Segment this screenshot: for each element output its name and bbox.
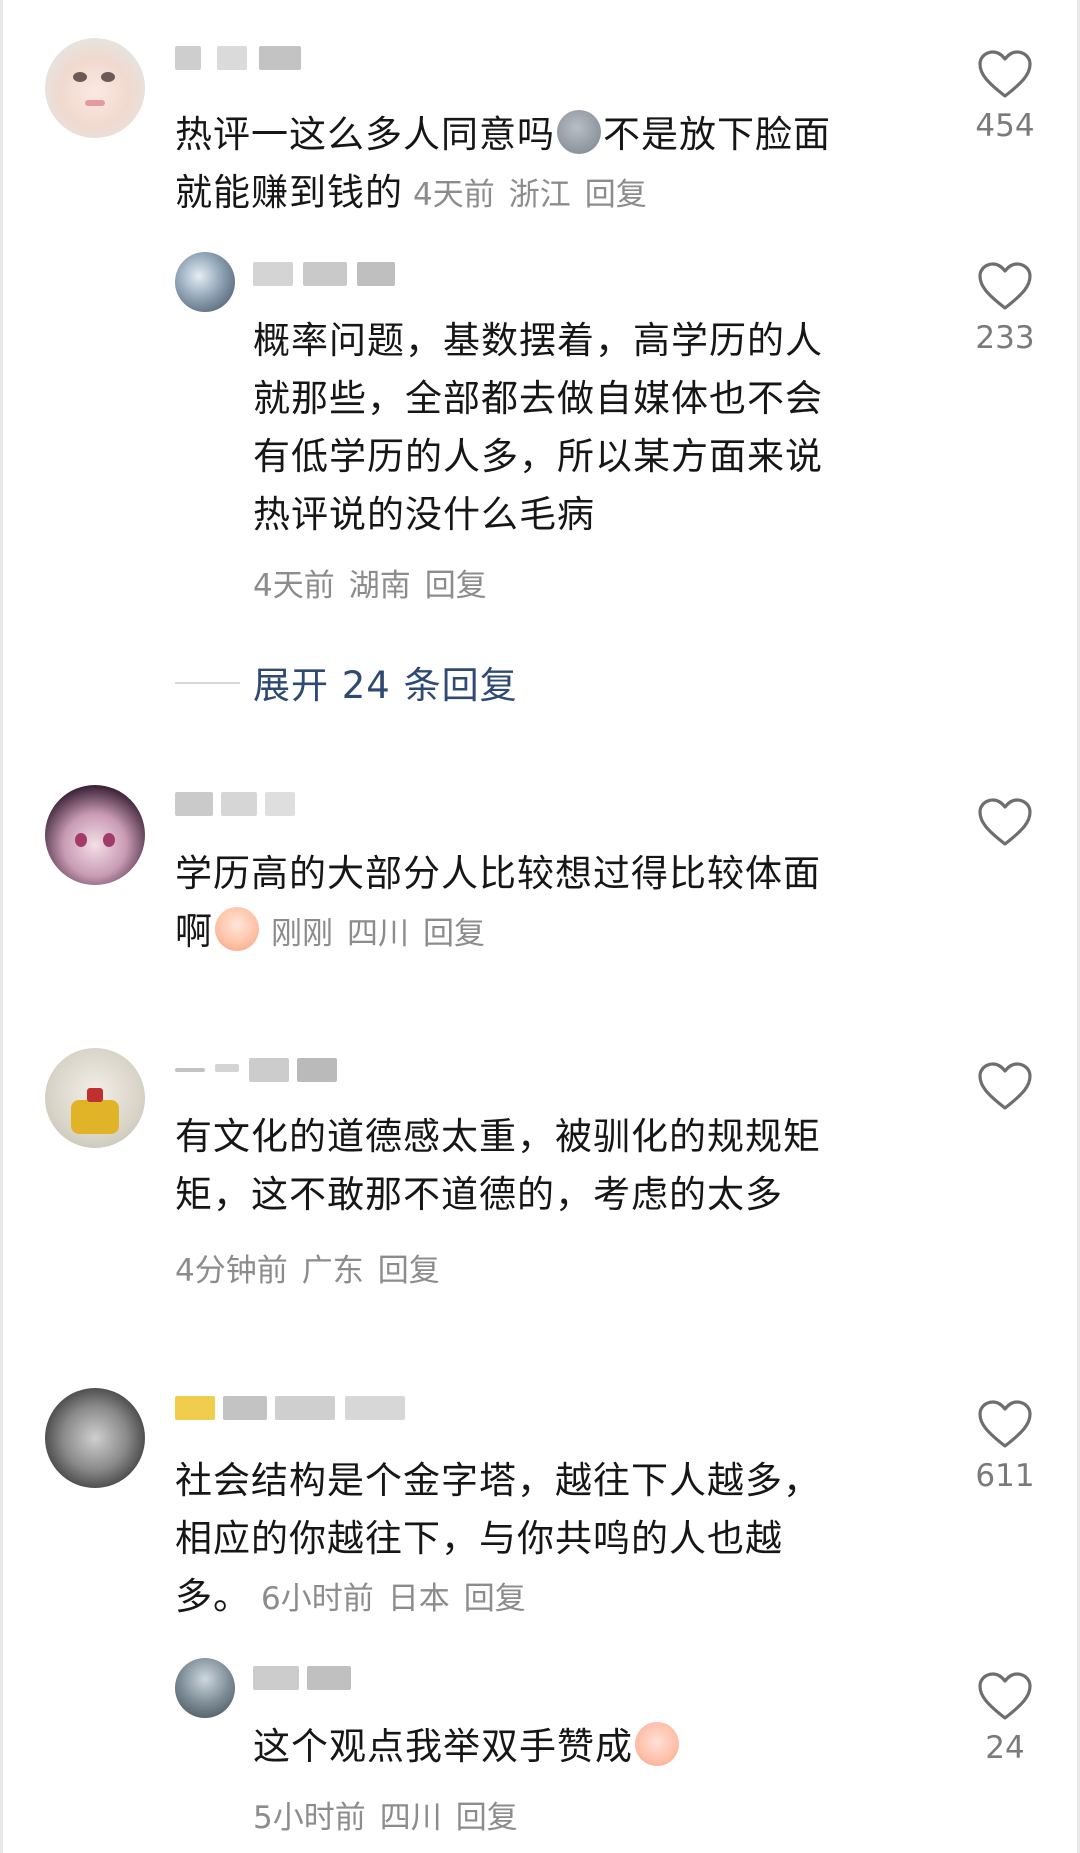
like-count: 611 xyxy=(975,1458,1035,1494)
heart-icon xyxy=(978,1672,1032,1720)
reply-button[interactable]: 回复 xyxy=(423,916,485,952)
reply-username-blurred[interactable] xyxy=(253,258,423,292)
comment-time: 刚刚 xyxy=(271,916,333,952)
comment-meta: 6小时前 日本 回复 xyxy=(261,1581,540,1617)
expand-divider xyxy=(175,682,240,684)
reply-text: 这个观点我举双手赞成 xyxy=(253,1718,933,1776)
username-blurred[interactable] xyxy=(175,788,305,822)
comment-location: 四川 xyxy=(347,916,409,952)
comment-text-part: 啊 xyxy=(175,910,213,953)
comment-meta: 4天前 浙江 回复 xyxy=(413,177,661,213)
reply-username-blurred[interactable] xyxy=(253,1662,363,1696)
comment-time: 6小时前 xyxy=(261,1581,374,1617)
comment-location: 广东 xyxy=(301,1253,364,1289)
comment-meta: 刚刚 四川 回复 xyxy=(271,916,499,952)
comment-text-part: 学历高的大部分人比较想过得比较体面 xyxy=(175,852,821,895)
reply-meta: 4天前 湖南 回复 xyxy=(253,560,501,605)
comment-location: 浙江 xyxy=(508,177,571,213)
like-count: 233 xyxy=(975,320,1035,356)
reply-button[interactable]: 回复 xyxy=(378,1253,440,1289)
username-blurred[interactable] xyxy=(175,1054,345,1088)
reply-text-line: 就那些，全部都去做自媒体也不会 xyxy=(253,377,823,420)
comment-text-line: 有文化的道德感太重，被驯化的规规矩 xyxy=(175,1115,821,1158)
user-avatar[interactable] xyxy=(45,38,145,138)
reply-text: 概率问题，基数摆着，高学历的人 就那些，全部都去做自媒体也不会 有低学历的人多，… xyxy=(253,312,933,544)
reply-avatar[interactable] xyxy=(175,1658,235,1718)
comment-item: 热评一这么多人同意吗 不是放下脸面 就能赚到钱的 4天前 浙江 回复 454 概率问题，… xyxy=(0,0,1080,760)
reply-text-line: 热评说的没什么毛病 xyxy=(253,493,595,536)
expand-replies-label[interactable]: 展开 24 条回复 xyxy=(253,655,518,709)
like-button[interactable] xyxy=(960,1062,1050,1158)
heart-icon xyxy=(978,798,1032,846)
reply-time: 5小时前 xyxy=(253,1800,366,1836)
comment-text: 学历高的大部分人比较想过得比较体面 啊 刚刚 四川 回复 xyxy=(175,845,935,963)
reply-meta: 5小时前 四川 回复 xyxy=(253,1792,532,1837)
like-button[interactable]: 611 xyxy=(960,1400,1050,1496)
comment-text: 热评一这么多人同意吗 不是放下脸面 就能赚到钱的 4天前 浙江 回复 xyxy=(175,106,935,224)
heart-icon xyxy=(978,1062,1032,1110)
grimace-ghost-icon xyxy=(557,110,601,154)
like-button[interactable] xyxy=(960,798,1050,894)
like-button[interactable]: 454 xyxy=(960,50,1050,146)
reply-text-line: 有低学历的人多，所以某方面来说 xyxy=(253,435,823,478)
comment-item: 社会结构是个金字塔，越往下人越多， 相应的你越往下，与你共鸣的人也越 多。 6小时… xyxy=(0,1340,1080,1853)
like-count xyxy=(960,1120,1050,1158)
reply-time: 4天前 xyxy=(253,568,335,604)
like-count: 454 xyxy=(975,108,1035,144)
comment-item: 有文化的道德感太重，被驯化的规规矩 矩，这不敢那不道德的，考虑的太多 4分钟前广… xyxy=(0,1010,1080,1340)
comment-text-part: 热评一这么多人同意吗 xyxy=(175,113,555,156)
comment-text: 有文化的道德感太重，被驯化的规规矩 矩，这不敢那不道德的，考虑的太多 xyxy=(175,1108,975,1224)
reply-avatar[interactable] xyxy=(175,252,235,312)
like-count xyxy=(960,856,1050,894)
reply-text-part: 这个观点我举双手赞成 xyxy=(253,1725,633,1768)
comment-text-line: 矩，这不敢那不道德的，考虑的太多 xyxy=(175,1173,783,1216)
comment-time: 4天前 xyxy=(413,177,495,213)
like-button[interactable]: 24 xyxy=(960,1672,1050,1768)
user-avatar[interactable] xyxy=(45,785,145,885)
heart-icon xyxy=(978,1400,1032,1448)
comment-location: 日本 xyxy=(387,1581,450,1617)
user-avatar[interactable] xyxy=(45,1388,145,1488)
reply-location: 湖南 xyxy=(348,568,411,604)
comment-text-line: 多。 xyxy=(175,1575,251,1618)
heart-icon xyxy=(978,262,1032,310)
comment-text-part: 就能赚到钱的 xyxy=(175,171,403,214)
like-count: 24 xyxy=(985,1730,1025,1766)
reply-button[interactable]: 回复 xyxy=(456,1800,518,1836)
heart-icon xyxy=(978,50,1032,98)
comment-meta: 4分钟前 广东 回复 xyxy=(175,1245,454,1290)
comment-item: 学历高的大部分人比较想过得比较体面 啊 刚刚 四川 回复 xyxy=(0,760,1080,1010)
peach-face-icon xyxy=(635,1722,679,1766)
comment-text-part: 不是放下脸面 xyxy=(603,113,831,156)
user-avatar[interactable] xyxy=(45,1048,145,1148)
reply-button[interactable]: 回复 xyxy=(464,1581,526,1617)
comment-text-line: 社会结构是个金字塔，越往下人越多， xyxy=(175,1459,821,1502)
reply-location: 四川 xyxy=(379,1800,442,1836)
reply-button[interactable]: 回复 xyxy=(425,568,487,604)
comment-text-line: 相应的你越往下，与你共鸣的人也越 xyxy=(175,1517,783,1560)
username-blurred[interactable] xyxy=(175,1392,445,1426)
like-button[interactable]: 233 xyxy=(960,262,1050,358)
comment-text: 社会结构是个金字塔，越往下人越多， 相应的你越往下，与你共鸣的人也越 多。 6小时… xyxy=(175,1452,955,1628)
comment-time: 4分钟前 xyxy=(175,1253,288,1289)
reply-button[interactable]: 回复 xyxy=(585,177,647,213)
crying-laughing-icon xyxy=(215,907,259,951)
username-blurred[interactable] xyxy=(175,42,305,76)
reply-text-line: 概率问题，基数摆着，高学历的人 xyxy=(253,319,823,362)
